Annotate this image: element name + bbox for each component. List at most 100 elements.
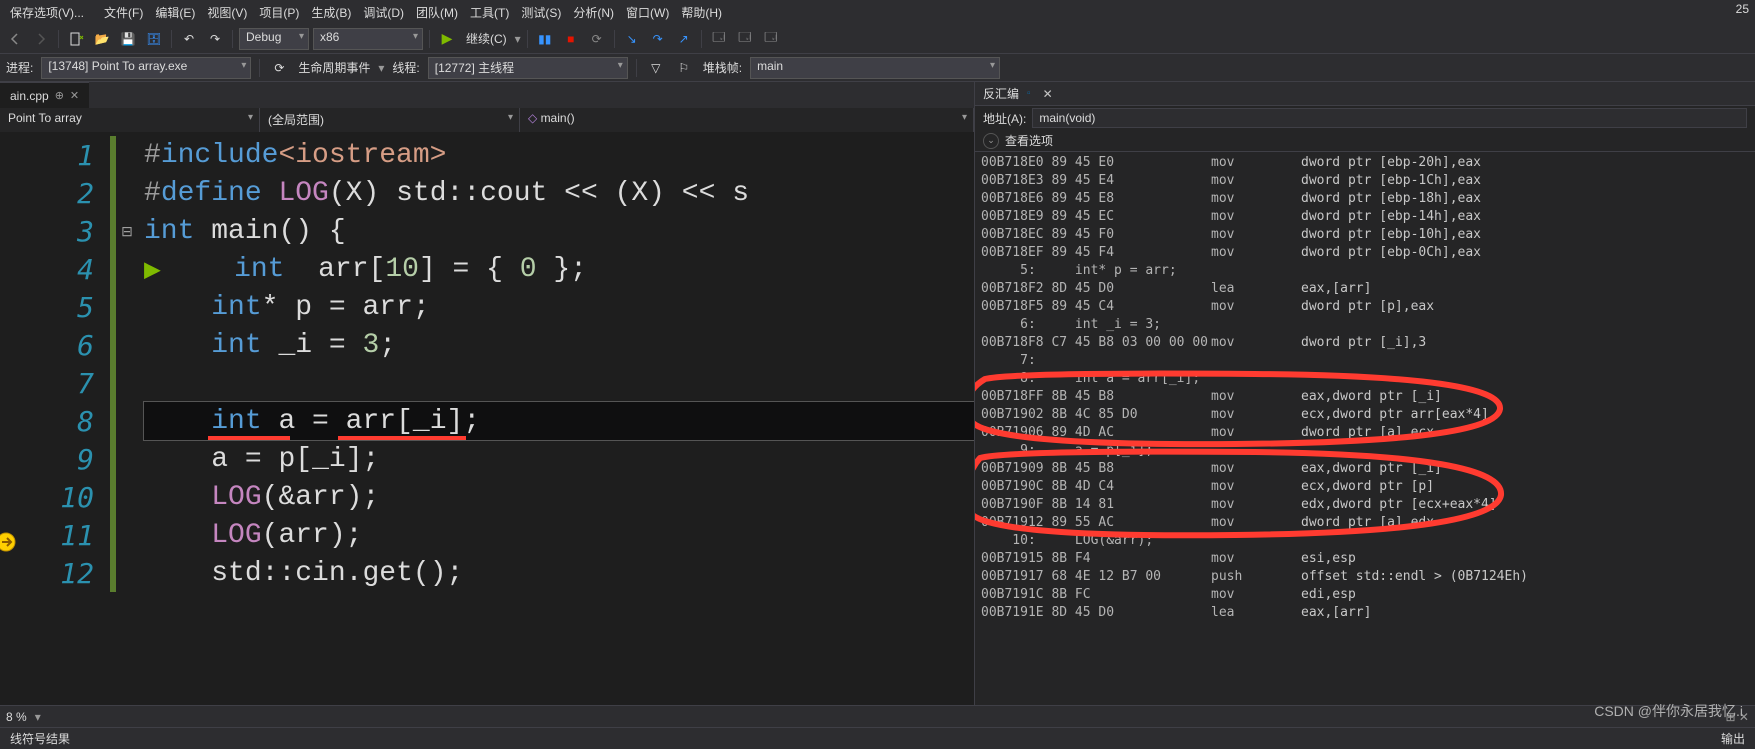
undo-icon[interactable]: ↶ — [178, 28, 200, 50]
close-tab-icon[interactable]: ✕ — [70, 89, 79, 102]
menu-item[interactable]: 帮助(H) — [675, 3, 728, 23]
editor-pane: ain.cpp ⊕ ✕ Point To array (全局范围) ◇ main… — [0, 82, 975, 719]
code-line[interactable]: ▶ int arr[10] = { 0 }; — [144, 250, 974, 288]
nav-scope-combo[interactable]: (全局范围) — [260, 108, 520, 132]
continue-button[interactable]: 继续(C) — [462, 30, 511, 47]
nav-back-icon[interactable] — [4, 28, 26, 50]
disasm-row[interactable]: 7: — [981, 352, 1749, 370]
code-line[interactable]: int main() { — [144, 212, 974, 250]
step-into-icon[interactable]: ↘ — [621, 28, 643, 50]
menu-save-options[interactable]: 保存选项(V)... — [4, 1, 90, 24]
debug-toolbar: 进程: [13748] Point To array.exe ⟳ 生命周期事件 … — [0, 54, 1755, 82]
menu-item[interactable]: 项目(P) — [253, 3, 305, 23]
disasm-row[interactable]: 00B71909 8B 45 B8 moveax,dword ptr [_i] — [981, 460, 1749, 478]
zoom-level[interactable]: 8 % — [6, 710, 27, 724]
menu-item[interactable]: 工具(T) — [464, 3, 515, 23]
disasm-row[interactable]: 00B71902 8B 4C 85 D0 movecx,dword ptr ar… — [981, 406, 1749, 424]
disasm-row[interactable]: 00B718E6 89 45 E8 movdword ptr [ebp-18h]… — [981, 190, 1749, 208]
save-icon[interactable]: 💾 — [117, 28, 139, 50]
code-line[interactable]: std::cin.get(); — [144, 554, 974, 592]
disasm-row[interactable]: 00B71915 8B F4 movesi,esp — [981, 550, 1749, 568]
menu-item[interactable]: 生成(B) — [305, 3, 357, 23]
bottom-tabs: 线符号结果 输出 — [0, 727, 1755, 749]
menu-item[interactable]: 文件(F) — [98, 3, 149, 23]
code-line[interactable]: int _i = 3; — [144, 326, 974, 364]
menu-item[interactable]: 测试(S) — [515, 3, 567, 23]
toolbox3-icon[interactable]: 🗔 — [760, 28, 782, 50]
menu-item[interactable]: 编辑(E) — [149, 3, 201, 23]
redo-icon[interactable]: ↷ — [204, 28, 226, 50]
disasm-row[interactable]: 00B718EC 89 45 F0 movdword ptr [ebp-10h]… — [981, 226, 1749, 244]
code-line[interactable]: int* p = arr; — [144, 288, 974, 326]
thread-combo[interactable]: [12772] 主线程 — [428, 57, 628, 79]
stackframe-label: 堆栈帧: — [701, 59, 744, 76]
close-panel-icon[interactable]: ✕ — [1043, 87, 1053, 101]
code-line[interactable]: #include<iostream> — [144, 136, 974, 174]
restart-icon[interactable]: ⟳ — [586, 28, 608, 50]
tab-strip: ain.cpp ⊕ ✕ — [0, 82, 974, 108]
code-line[interactable]: LOG(&arr); — [144, 478, 974, 516]
disasm-row[interactable]: 6: int _i = 3; — [981, 316, 1749, 334]
step-out-icon[interactable]: ↗ — [673, 28, 695, 50]
file-tab[interactable]: ain.cpp ⊕ ✕ — [0, 82, 89, 108]
disasm-row[interactable]: 00B7191C 8B FC movedi,esp — [981, 586, 1749, 604]
disasm-body[interactable]: 00B718E0 89 45 E0 movdword ptr [ebp-20h]… — [975, 152, 1755, 705]
menu-item[interactable]: 调试(D) — [357, 3, 410, 23]
split-icon[interactable]: ⊞ ✕ — [1726, 710, 1749, 724]
toolbox2-icon[interactable]: 🗔 — [734, 28, 756, 50]
disasm-row[interactable]: 00B7190F 8B 14 81 movedx,dword ptr [ecx+… — [981, 496, 1749, 514]
nav-bar: Point To array (全局范围) ◇ main() — [0, 108, 974, 132]
process-combo[interactable]: [13748] Point To array.exe — [41, 57, 251, 79]
address-input[interactable] — [1032, 108, 1747, 128]
lifecycle-icon[interactable]: ⟳ — [268, 57, 290, 79]
continue-icon[interactable]: ▶ — [436, 28, 458, 50]
disasm-row[interactable]: 00B718EF 89 45 F4 movdword ptr [ebp-0Ch]… — [981, 244, 1749, 262]
disasm-row[interactable]: 00B71906 89 4D AC movdword ptr [a],ecx — [981, 424, 1749, 442]
platform-combo[interactable]: x86 — [313, 28, 423, 50]
menu-item[interactable]: 窗口(W) — [620, 3, 675, 23]
disasm-row[interactable]: 00B718E3 89 45 E4 movdword ptr [ebp-1Ch]… — [981, 172, 1749, 190]
nav-func-combo[interactable]: ◇ main() — [520, 108, 974, 132]
flag-icon[interactable]: ⚐ — [673, 57, 695, 79]
disasm-row[interactable]: 00B718E0 89 45 E0 movdword ptr [ebp-20h]… — [981, 154, 1749, 172]
code-line[interactable]: LOG(arr); — [144, 516, 974, 554]
stop-icon[interactable]: ■ — [560, 28, 582, 50]
expand-options-icon[interactable]: ⌄ — [983, 133, 999, 149]
disasm-row[interactable]: 00B71912 89 55 AC movdword ptr [a],edx — [981, 514, 1749, 532]
disasm-row[interactable]: 9: a = p[_i]; — [981, 442, 1749, 460]
code-area[interactable]: 123⊟456789101112 #include<iostream>#defi… — [0, 132, 974, 705]
new-file-icon[interactable] — [65, 28, 87, 50]
pin-icon[interactable]: ⊕ — [55, 89, 64, 102]
menu-item[interactable]: 分析(N) — [567, 3, 620, 23]
disasm-row[interactable]: 00B7190C 8B 4D C4 movecx,dword ptr [p] — [981, 478, 1749, 496]
disasm-row[interactable]: 00B718F2 8D 45 D0 leaeax,[arr] — [981, 280, 1749, 298]
toolbox-icon[interactable]: 🗔 — [708, 28, 730, 50]
code-line[interactable]: #define LOG(X) std::cout << (X) << s — [144, 174, 974, 212]
bottom-tab-left[interactable]: 线符号结果 — [0, 728, 80, 749]
disasm-row[interactable]: 00B7191E 8D 45 D0 leaeax,[arr] — [981, 604, 1749, 622]
step-over-icon[interactable]: ↷ — [647, 28, 669, 50]
save-all-icon[interactable]: 🗄 — [143, 28, 165, 50]
bottom-tab-right[interactable]: 输出 — [1711, 728, 1755, 749]
filter-icon[interactable]: ▽ — [645, 57, 667, 79]
disasm-row[interactable]: 5: int* p = arr; — [981, 262, 1749, 280]
disasm-row[interactable]: 00B71917 68 4E 12 B7 00 pushoffset std::… — [981, 568, 1749, 586]
disasm-row[interactable]: 10: LOG(&arr); — [981, 532, 1749, 550]
nav-fwd-icon[interactable] — [30, 28, 52, 50]
disasm-row[interactable]: 00B718F5 89 45 C4 movdword ptr [p],eax — [981, 298, 1749, 316]
code-line[interactable] — [144, 364, 974, 402]
code-line[interactable]: int a = arr[_i]; — [144, 402, 974, 440]
disasm-row[interactable]: 00B718E9 89 45 EC movdword ptr [ebp-14h]… — [981, 208, 1749, 226]
dock-icon[interactable]: ▫ — [1027, 88, 1031, 99]
menu-item[interactable]: 视图(V) — [201, 3, 253, 23]
disasm-row[interactable]: 00B718F8 C7 45 B8 03 00 00 00 movdword p… — [981, 334, 1749, 352]
menu-item[interactable]: 团队(M) — [410, 3, 464, 23]
disasm-row[interactable]: 8: int a = arr[_i]; — [981, 370, 1749, 388]
config-combo[interactable]: Debug — [239, 28, 309, 50]
nav-project-combo[interactable]: Point To array — [0, 108, 260, 132]
stackframe-combo[interactable]: main — [750, 57, 1000, 79]
break-all-icon[interactable]: ▮▮ — [534, 28, 556, 50]
code-line[interactable]: a = p[_i]; — [144, 440, 974, 478]
disasm-row[interactable]: ◉00B718FF 8B 45 B8 moveax,dword ptr [_i] — [981, 388, 1749, 406]
open-icon[interactable]: 📂 — [91, 28, 113, 50]
